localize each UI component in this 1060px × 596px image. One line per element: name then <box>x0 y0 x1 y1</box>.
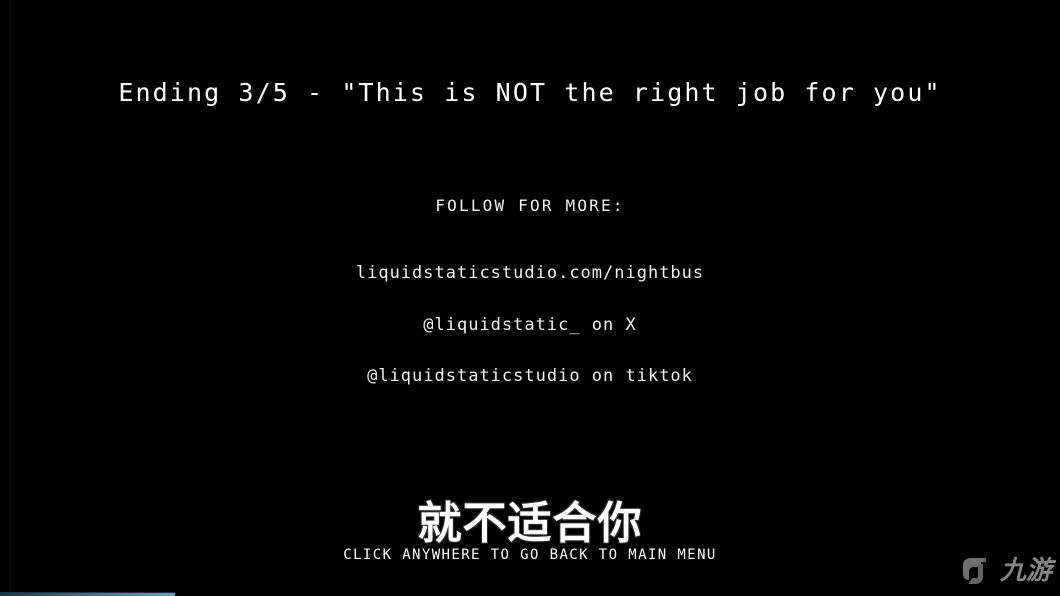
burned-in-subtitle: 就不适合你 <box>417 498 643 549</box>
video-progress-track[interactable] <box>0 592 1060 596</box>
link-tiktok-handle[interactable]: @liquidstaticstudio on tiktok <box>0 365 1060 387</box>
link-x-handle[interactable]: @liquidstatic_ on X <box>0 314 1060 336</box>
follow-for-more-heading: FOLLOW FOR MORE: <box>435 196 625 215</box>
video-frame: Ending 3/5 - "This is NOT the right job … <box>0 0 1060 596</box>
link-website[interactable]: liquidstaticstudio.com/nightbus <box>0 262 1060 284</box>
ending-title: Ending 3/5 - "This is NOT the right job … <box>118 78 942 107</box>
